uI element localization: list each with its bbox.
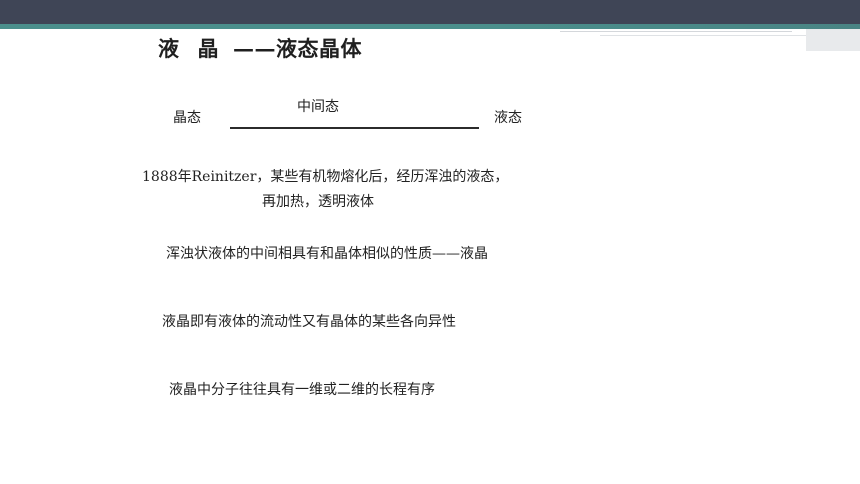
- title-char-2: 晶: [197, 36, 219, 61]
- crystal-state-label: 晶态: [173, 110, 201, 126]
- paragraph-history: 1888年Reinitzer，某些有机物熔化后，经历浑浊的液态，: [142, 169, 509, 185]
- paragraph-order: 液晶中分子往往具有一维或二维的长程有序: [169, 382, 435, 398]
- liquid-state-label: 液态: [494, 110, 522, 126]
- title-char-1: 液: [158, 36, 180, 61]
- paragraph-properties: 液晶即有液体的流动性又有晶体的某些各向异性: [162, 314, 456, 330]
- title-subtitle: ——液态晶体: [233, 36, 362, 61]
- state-connector-line: [230, 127, 479, 129]
- paragraph-history-cont: 再加热，透明液体: [262, 194, 374, 210]
- paragraph-definition: 浑浊状液体的中间相具有和晶体相似的性质——液晶: [166, 246, 488, 262]
- decorative-line: [560, 31, 792, 32]
- slide-title: 液晶 ——液态晶体: [158, 33, 362, 63]
- decorative-block: [806, 29, 860, 51]
- intermediate-state-label: 中间态: [297, 99, 339, 115]
- header-gradient: [490, 0, 860, 29]
